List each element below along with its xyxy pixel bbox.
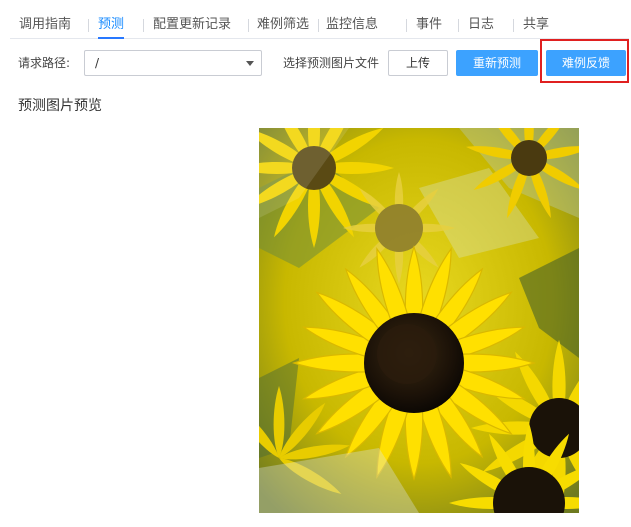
request-path-label: 请求路径: — [18, 56, 71, 70]
tab-share[interactable]: 共享 — [523, 0, 549, 38]
preview-image — [259, 128, 579, 513]
caret-down-icon — [246, 61, 254, 66]
tab-call-guide[interactable]: 调用指南 — [19, 0, 71, 38]
tab-predict[interactable]: 预测 — [98, 0, 125, 39]
tab-divider — [318, 19, 319, 32]
tab-config-history[interactable]: 配置更新记录 — [153, 0, 231, 38]
request-path-select[interactable]: / — [84, 50, 262, 76]
request-path-value: / — [95, 56, 100, 70]
tab-hard-example-filter[interactable]: 难例筛选 — [257, 0, 309, 38]
tab-divider — [406, 19, 407, 32]
tab-divider — [458, 19, 459, 32]
tab-divider — [88, 19, 89, 32]
tab-logs[interactable]: 日志 — [468, 0, 494, 38]
tab-bar: 调用指南 预测 配置更新记录 难例筛选 监控信息 事件 日志 共享 — [10, 0, 629, 39]
upload-button[interactable]: 上传 — [388, 50, 448, 76]
highlight-box — [540, 39, 629, 83]
tab-divider — [513, 19, 514, 32]
tab-monitoring[interactable]: 监控信息 — [326, 0, 378, 38]
repredict-button[interactable]: 重新预测 — [456, 50, 538, 76]
select-image-file-label: 选择预测图片文件 — [283, 56, 380, 70]
tab-divider — [143, 19, 144, 32]
tab-events[interactable]: 事件 — [416, 0, 442, 38]
tab-divider — [248, 19, 249, 32]
preview-title: 预测图片预览 — [18, 98, 102, 114]
